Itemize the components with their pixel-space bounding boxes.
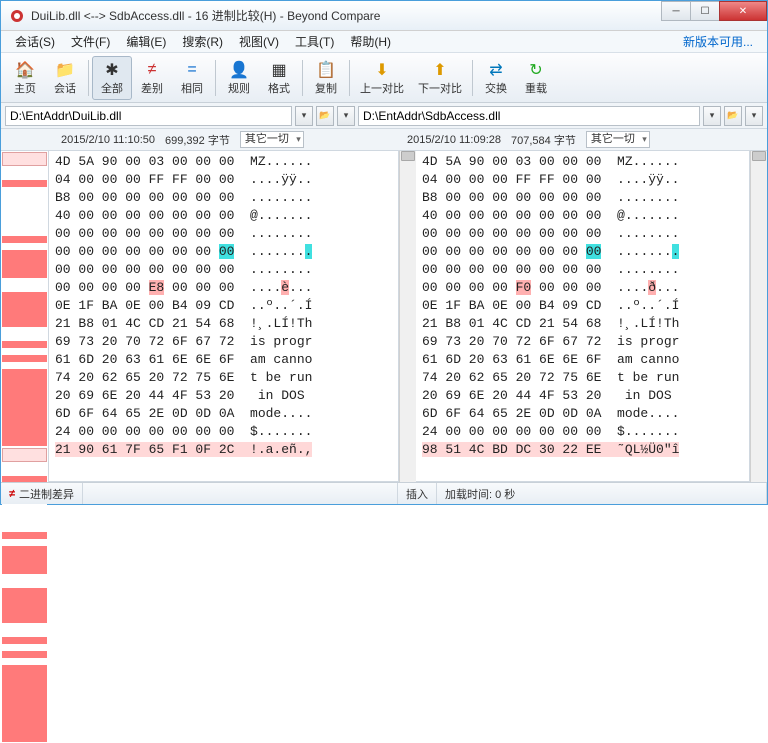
- maximize-button[interactable]: ☐: [690, 1, 720, 21]
- reload-button[interactable]: ↻重载: [516, 56, 556, 100]
- separator: [215, 60, 216, 96]
- copy-button[interactable]: 📋复制: [306, 56, 346, 100]
- separator: [88, 60, 89, 96]
- swap-icon: ⇄: [486, 60, 506, 80]
- left-hex-view[interactable]: 4D 5A 90 00 03 00 00 00 MZ......04 00 00…: [49, 151, 398, 481]
- format-icon: ▦: [269, 60, 289, 80]
- left-filter-dropdown[interactable]: 其它一切: [240, 131, 304, 148]
- toolbar: 🏠主页 📁会话 ✱全部 ≠差别 =相同 👤规则 ▦格式 📋复制 ⬇上一对比 ⬆下…: [1, 53, 767, 103]
- left-size: 699,392 字节: [165, 132, 230, 148]
- left-scrollbar[interactable]: [399, 151, 416, 499]
- reload-icon: ↻: [526, 60, 546, 80]
- info-bar: 2015/2/10 11:10:50 699,392 字节 其它一切 2015/…: [1, 129, 767, 151]
- referee-icon: 👤: [229, 60, 249, 80]
- window-title: DuiLib.dll <--> SdbAccess.dll - 16 进制比较(…: [31, 7, 759, 24]
- left-browse-button[interactable]: ▾: [337, 106, 355, 126]
- home-icon: 🏠: [15, 60, 35, 80]
- app-icon: [9, 8, 25, 24]
- right-size: 707,584 字节: [511, 132, 576, 148]
- update-link[interactable]: 新版本可用...: [675, 31, 761, 52]
- swap-button[interactable]: ⇄交换: [476, 56, 516, 100]
- right-path-input[interactable]: [358, 106, 700, 126]
- menu-file[interactable]: 文件(F): [63, 31, 118, 52]
- status-insert: 插入: [398, 483, 437, 504]
- format-button[interactable]: ▦格式: [259, 56, 299, 100]
- right-scrollbar[interactable]: [750, 151, 767, 499]
- menu-bar: 会话(S) 文件(F) 编辑(E) 搜索(R) 视图(V) 工具(T) 帮助(H…: [1, 31, 767, 53]
- prev-button[interactable]: ⬇上一对比: [353, 56, 411, 100]
- separator: [349, 60, 350, 96]
- right-date: 2015/2/10 11:09:28: [407, 134, 501, 146]
- same-button[interactable]: =相同: [172, 56, 212, 100]
- arrow-up-icon: ⬆: [430, 60, 450, 80]
- left-pane: 4D 5A 90 00 03 00 00 00 MZ......04 00 00…: [49, 151, 399, 499]
- status-load-time: 加载时间: 0 秒: [437, 483, 767, 504]
- thumbnail-overview[interactable]: [1, 151, 49, 499]
- separator: [302, 60, 303, 96]
- right-hex-view[interactable]: 4D 5A 90 00 03 00 00 00 MZ......04 00 00…: [416, 151, 749, 481]
- home-button[interactable]: 🏠主页: [5, 56, 45, 100]
- session-icon: 📁: [55, 60, 75, 80]
- path-bar: ▾ 📂 ▾ ▾ 📂 ▾: [1, 103, 767, 129]
- copy-icon: 📋: [316, 60, 336, 80]
- star-icon: ✱: [102, 60, 122, 80]
- right-open-button[interactable]: 📂: [724, 106, 742, 126]
- right-browse-button[interactable]: ▾: [745, 106, 763, 126]
- arrow-down-icon: ⬇: [372, 60, 392, 80]
- right-path-dropdown[interactable]: ▾: [703, 106, 721, 126]
- menu-help[interactable]: 帮助(H): [342, 31, 399, 52]
- status-diff: ≠ 二进制差异: [1, 483, 83, 504]
- status-spacer: [83, 483, 398, 504]
- next-button[interactable]: ⬆下一对比: [411, 56, 469, 100]
- left-date: 2015/2/10 11:10:50: [61, 134, 155, 146]
- right-pane: 4D 5A 90 00 03 00 00 00 MZ......04 00 00…: [416, 151, 750, 499]
- right-filter-dropdown[interactable]: 其它一切: [586, 131, 650, 148]
- minimize-button[interactable]: ─: [661, 1, 691, 21]
- status-bar: ≠ 二进制差异 插入 加载时间: 0 秒: [1, 482, 767, 504]
- title-bar: DuiLib.dll <--> SdbAccess.dll - 16 进制比较(…: [1, 1, 767, 31]
- separator: [472, 60, 473, 96]
- close-button[interactable]: ✕: [719, 1, 767, 21]
- all-button[interactable]: ✱全部: [92, 56, 132, 100]
- window-controls: ─ ☐ ✕: [662, 1, 767, 21]
- left-path-input[interactable]: [5, 106, 292, 126]
- diff-button[interactable]: ≠差别: [132, 56, 172, 100]
- menu-tools[interactable]: 工具(T): [287, 31, 342, 52]
- equal-icon: =: [182, 60, 202, 80]
- session-button[interactable]: 📁会话: [45, 56, 85, 100]
- left-path-dropdown[interactable]: ▾: [295, 106, 313, 126]
- menu-session[interactable]: 会话(S): [7, 31, 63, 52]
- compare-area: 4D 5A 90 00 03 00 00 00 MZ......04 00 00…: [1, 151, 767, 499]
- menu-view[interactable]: 视图(V): [231, 31, 287, 52]
- menu-search[interactable]: 搜索(R): [174, 31, 231, 52]
- left-open-button[interactable]: 📂: [316, 106, 334, 126]
- rules-button[interactable]: 👤规则: [219, 56, 259, 100]
- notequal-icon: ≠: [9, 488, 15, 500]
- notequal-icon: ≠: [142, 60, 162, 80]
- menu-edit[interactable]: 编辑(E): [118, 31, 174, 52]
